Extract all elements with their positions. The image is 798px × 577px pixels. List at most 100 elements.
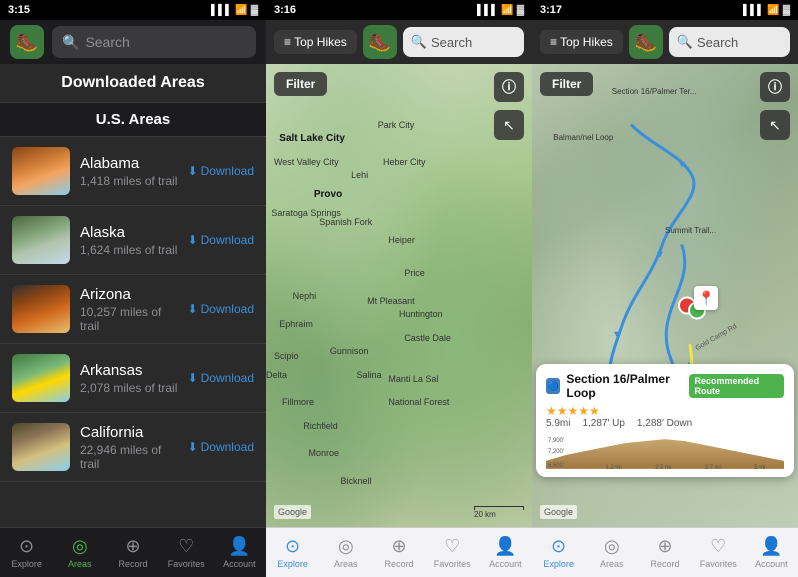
signal-icon: ▌▌▌ [743,5,764,16]
panel-trail-detail: 3:17 ▌▌▌ 📶 ▓ ≡ Top Hikes 🥾 🔍 Search [532,0,798,577]
area-info-alaska: Alaska 1,624 miles of trail [80,224,178,257]
map-label: Price [404,268,425,278]
area-miles: 22,946 miles of trail [80,443,178,471]
area-name: Arkansas [80,362,178,379]
nav-arrow-button-3[interactable]: ↖ [760,110,790,140]
tab-explore-2[interactable]: ⊙ Explore [266,532,319,573]
download-button-arizona[interactable]: ⬇ Download [188,302,254,316]
tab-label: Account [755,559,788,569]
map-label: Gunnison [330,346,369,356]
map-background-2: Salt Lake City Park City West Valley Cit… [266,64,532,527]
tab-label: Favorites [434,559,471,569]
nav-arrow-button-2[interactable]: ↖ [494,110,524,140]
tab-areas-2[interactable]: ◎ Areas [319,532,372,573]
recommended-badge: Recommended Route [689,374,784,398]
tab-account-2[interactable]: 👤 Account [479,532,532,573]
trail-stats: 5.9mi 1,287′ Up 1,288′ Down [546,418,784,429]
wifi-icon: 📶 [767,5,779,16]
map-view-2[interactable]: Salt Lake City Park City West Valley Cit… [266,64,532,527]
map-label: Manti La Sal [388,374,438,384]
map-label: Summit Trail... [665,226,716,235]
download-button-california[interactable]: ⬇ Download [188,440,254,454]
filter-button-2[interactable]: Filter [274,72,327,96]
app-icon-2[interactable]: 🥾 [363,25,397,59]
info-button-3[interactable]: ⓘ [760,72,790,102]
download-button-alaska[interactable]: ⬇ Download [188,233,254,247]
battery-icon: ▓ [251,5,258,16]
tab-account-3[interactable]: 👤 Account [745,532,798,573]
app-icon-1[interactable]: 🥾 [10,25,44,59]
tab-label: Areas [68,559,92,569]
list-item[interactable]: Arkansas 2,078 miles of trail ⬇ Download [0,344,266,413]
list-item[interactable]: Alaska 1,624 miles of trail ⬇ Download [0,206,266,275]
area-name: Arizona [80,286,178,303]
map-label: Huntington [399,309,443,319]
nav-bar-3: ≡ Top Hikes 🥾 🔍 Search [532,20,798,64]
area-name: California [80,424,178,441]
search-box-2[interactable]: 🔍 Search [403,27,524,57]
tab-label: Account [489,559,522,569]
status-icons-3: ▌▌▌ 📶 ▓ [743,5,790,16]
download-icon: ⬇ [188,233,198,247]
map-label: Mt Pleasant [367,296,415,306]
tab-favorites-2[interactable]: ♡ Favorites [426,532,479,573]
record-icon: ⊕ [125,536,140,557]
download-button-arkansas[interactable]: ⬇ Download [188,371,254,385]
tab-areas-1[interactable]: ◎ Areas [53,532,106,573]
status-time-1: 3:15 [8,4,30,16]
trail-stars: ★★★★★ [546,404,784,418]
map-label: Lehi [351,170,368,180]
status-time-3: 3:17 [540,4,562,16]
search-icon-2: 🔍 [411,34,427,50]
google-logo-2: Google [274,505,311,519]
filter-button-3[interactable]: Filter [540,72,593,96]
tab-favorites-3[interactable]: ♡ Favorites [692,532,745,573]
account-icon: 👤 [760,536,782,557]
tab-bar-1: ⊙ Explore ◎ Areas ⊕ Record ♡ Favorites 👤… [0,527,266,577]
status-time-2: 3:16 [274,4,296,16]
download-icon: ⬇ [188,440,198,454]
map-label: Fillmore [282,397,314,407]
trail-card-header: 🔵 Section 16/Palmer Loop Recommended Rou… [546,372,784,400]
tab-account-1[interactable]: 👤 Account [213,532,266,573]
search-box-1[interactable]: 🔍 Search [52,26,256,58]
trail-elevation-down: 1,288′ Down [637,418,692,429]
map-label: Spanish Fork [319,217,372,227]
tab-favorites-1[interactable]: ♡ Favorites [160,532,213,573]
list-item[interactable]: California 22,946 miles of trail ⬇ Downl… [0,413,266,482]
tab-explore-1[interactable]: ⊙ Explore [0,532,53,573]
tab-bar-2: ⊙ Explore ◎ Areas ⊕ Record ♡ Favorites 👤… [266,527,532,577]
map-label: Richfield [303,421,338,431]
tab-record-3[interactable]: ⊕ Record [638,532,691,573]
map-view-3[interactable]: ▼ ▼ ▼ ▲ Gold Camp Rd Section 16/Palmer T… [532,64,798,527]
list-item[interactable]: Alabama 1,418 miles of trail ⬇ Download [0,137,266,206]
tab-areas-3[interactable]: ◎ Areas [585,532,638,573]
area-miles: 10,257 miles of trail [80,305,178,333]
wifi-icon: 📶 [501,5,513,16]
area-miles: 2,078 miles of trail [80,381,178,395]
download-button-alabama[interactable]: ⬇ Download [188,164,254,178]
area-miles: 1,624 miles of trail [80,243,178,257]
area-name: Alabama [80,155,178,172]
app-icon-3[interactable]: 🥾 [629,25,663,59]
map-label: Scipio [274,351,299,361]
map-label: Ephraim [279,319,313,329]
search-box-3[interactable]: 🔍 Search [669,27,790,57]
list-item[interactable]: Arizona 10,257 miles of trail ⬇ Download [0,275,266,344]
svg-text:7,900′: 7,900′ [548,438,564,444]
pin-button[interactable]: 📍 [694,286,718,310]
tab-record-2[interactable]: ⊕ Record [372,532,425,573]
info-button-2[interactable]: ⓘ [494,72,524,102]
trail-name-row: 🔵 Section 16/Palmer Loop [546,372,689,400]
tab-record-1[interactable]: ⊕ Record [106,532,159,573]
tab-explore-3[interactable]: ⊙ Explore [532,532,585,573]
top-hikes-menu-3[interactable]: ≡ Top Hikes [540,30,623,54]
area-list[interactable]: Alabama 1,418 miles of trail ⬇ Download … [0,137,266,527]
area-name: Alaska [80,224,178,241]
sub-header-us: U.S. Areas [0,103,266,137]
status-bar-1: 3:15 ▌▌▌ 📶 ▓ [0,0,266,20]
tab-label: Explore [11,559,42,569]
top-hikes-menu-2[interactable]: ≡ Top Hikes [274,30,357,54]
trail-card[interactable]: 🔵 Section 16/Palmer Loop Recommended Rou… [536,364,794,477]
record-icon: ⊕ [657,536,672,557]
